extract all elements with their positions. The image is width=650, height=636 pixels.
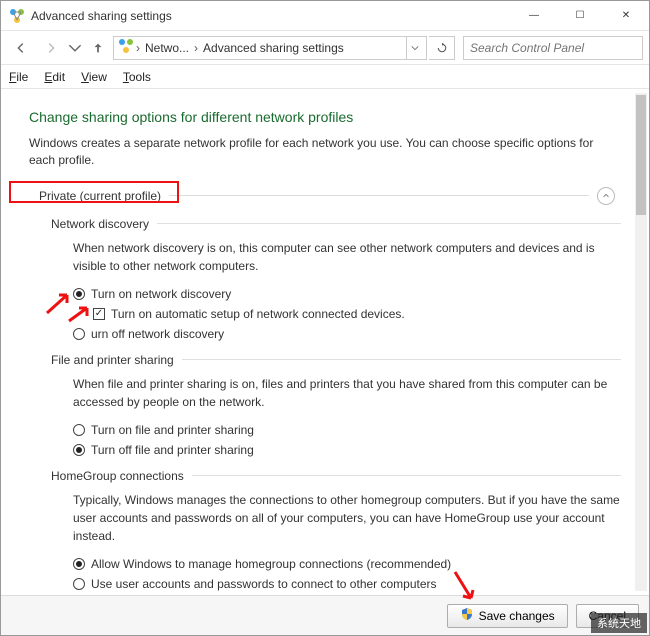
save-changes-button[interactable]: Save changes <box>447 604 568 628</box>
section-description: When file and printer sharing is on, fil… <box>73 375 621 411</box>
breadcrumb-item[interactable]: Netwo... <box>142 41 192 55</box>
checkbox-auto-setup[interactable]: Turn on automatic setup of network conne… <box>93 305 621 323</box>
window-frame: Advanced sharing settings — ☐ ✕ › Netwo.… <box>0 0 650 636</box>
chevron-right-icon: › <box>136 41 140 55</box>
menu-tools[interactable]: ToolsTools <box>123 70 151 84</box>
menu-file[interactable]: FFileile <box>9 70 28 84</box>
radio-icon <box>73 288 85 300</box>
menu-view[interactable]: ViewView <box>81 70 107 84</box>
watermark: 系统天地 <box>591 613 647 633</box>
section-title: File and printer sharing <box>51 353 621 367</box>
content-area: Change sharing options for different net… <box>1 91 649 593</box>
address-dropdown[interactable] <box>406 37 422 59</box>
annotation-arrow <box>45 291 75 322</box>
radio-nd-on[interactable]: Turn on network discovery <box>73 285 621 303</box>
radio-label: Turn on network discovery <box>91 285 231 303</box>
checkbox-icon <box>93 308 105 320</box>
homegroup-section: HomeGroup connections Typically, Windows… <box>51 469 621 593</box>
refresh-button[interactable] <box>429 36 455 60</box>
page-description: Windows creates a separate network profi… <box>29 135 621 169</box>
radio-icon <box>73 328 85 340</box>
footer-bar: Save changes Cancel <box>1 595 649 635</box>
radio-nd-off[interactable]: urn off network discovery <box>73 325 621 343</box>
search-input[interactable] <box>463 36 643 60</box>
radio-label: Turn on file and printer sharing <box>91 421 254 439</box>
window-title: Advanced sharing settings <box>31 9 172 23</box>
radio-fps-off[interactable]: Turn off file and printer sharing <box>73 441 621 459</box>
navigation-bar: › Netwo... › Advanced sharing settings <box>1 31 649 65</box>
menu-edit[interactable]: EditEdit <box>44 70 65 84</box>
section-title: Network discovery <box>51 217 621 231</box>
breadcrumb-item[interactable]: Advanced sharing settings <box>200 41 347 55</box>
menu-bar: FFileile EditEdit ViewView ToolsTools <box>1 65 649 89</box>
radio-icon <box>73 424 85 436</box>
shield-icon <box>460 607 474 624</box>
button-label: Save changes <box>479 609 555 623</box>
scrollbar-thumb[interactable] <box>636 95 646 215</box>
address-bar[interactable]: › Netwo... › Advanced sharing settings <box>113 36 427 60</box>
history-dropdown[interactable] <box>67 36 83 60</box>
file-printer-sharing-section: File and printer sharing When file and p… <box>51 353 621 459</box>
radio-icon <box>73 558 85 570</box>
minimize-button[interactable]: — <box>511 1 557 31</box>
section-description: Typically, Windows manages the connectio… <box>73 491 621 545</box>
section-description: When network discovery is on, this compu… <box>73 239 621 275</box>
page-title: Change sharing options for different net… <box>29 109 621 125</box>
radio-label: urn off network discovery <box>91 325 224 343</box>
vertical-scrollbar[interactable] <box>635 93 647 591</box>
up-button[interactable] <box>85 36 111 60</box>
chevron-right-icon: › <box>194 41 198 55</box>
radio-icon <box>73 578 85 590</box>
back-button[interactable] <box>7 36 35 60</box>
radio-label: Turn off file and printer sharing <box>91 441 254 459</box>
radio-hg-allow[interactable]: Allow Windows to manage homegroup connec… <box>73 555 621 573</box>
title-bar: Advanced sharing settings — ☐ ✕ <box>1 1 649 31</box>
radio-fps-on[interactable]: Turn on file and printer sharing <box>73 421 621 439</box>
radio-label: Use user accounts and passwords to conne… <box>91 575 437 593</box>
radio-icon <box>73 444 85 456</box>
network-discovery-section: Network discovery When network discovery… <box>51 217 621 343</box>
section-title: HomeGroup connections <box>51 469 621 483</box>
maximize-button[interactable]: ☐ <box>557 1 603 31</box>
radio-label: Allow Windows to manage homegroup connec… <box>91 555 451 573</box>
profile-label: Private (current profile) <box>39 189 161 203</box>
checkbox-label: Turn on automatic setup of network conne… <box>111 305 405 323</box>
forward-button[interactable] <box>37 36 65 60</box>
close-button[interactable]: ✕ <box>603 1 649 31</box>
radio-hg-user[interactable]: Use user accounts and passwords to conne… <box>73 575 621 593</box>
network-icon <box>118 38 134 57</box>
collapse-icon[interactable] <box>597 187 615 205</box>
network-icon <box>9 8 25 24</box>
profile-header[interactable]: Private (current profile) <box>29 183 621 209</box>
